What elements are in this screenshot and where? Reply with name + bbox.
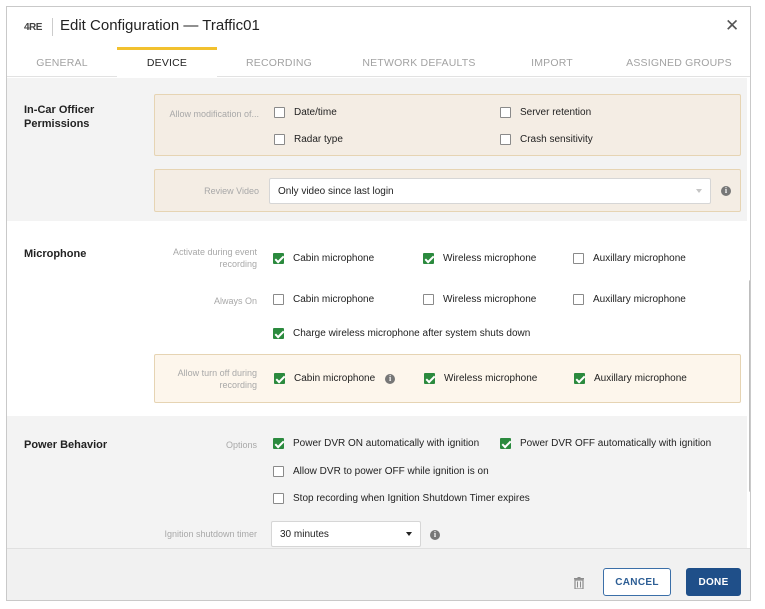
trash-icon[interactable] bbox=[574, 577, 584, 589]
turnoff-cabin-option[interactable]: Cabin microphone i bbox=[274, 373, 396, 384]
charge-wireless-label: Charge wireless microphone after system … bbox=[293, 328, 531, 339]
activate-cabin-checkbox[interactable] bbox=[273, 253, 284, 264]
review-video-select[interactable]: Only video since last login bbox=[269, 178, 711, 204]
always-wireless-checkbox[interactable] bbox=[423, 294, 434, 305]
allow-power-off-option[interactable]: Allow DVR to power OFF while ignition is… bbox=[273, 466, 489, 477]
allow-power-off-checkbox[interactable] bbox=[273, 466, 284, 477]
review-video-panel: Review Video Only video since last login… bbox=[154, 169, 741, 212]
dialog-title: Edit Configuration — Traffic01 bbox=[60, 17, 260, 34]
stop-recording-checkbox[interactable] bbox=[273, 493, 284, 504]
turnoff-wireless-label: Wireless microphone bbox=[444, 373, 538, 384]
allow-modification-label: Allow modification of... bbox=[169, 109, 259, 119]
turnoff-cabin-label: Cabin microphone bbox=[294, 373, 376, 384]
tab-bar: GENERAL DEVICE RECORDING NETWORK DEFAULT… bbox=[7, 47, 750, 77]
chevron-down-icon bbox=[696, 189, 702, 193]
server-retention-checkbox[interactable] bbox=[500, 107, 511, 118]
officer-permissions-section: In-Car Officer Permissions Allow modific… bbox=[7, 78, 747, 221]
always-wireless-label: Wireless microphone bbox=[443, 294, 537, 305]
chevron-down-icon bbox=[406, 532, 412, 536]
ignition-timer-value: 30 minutes bbox=[280, 528, 329, 540]
always-auxillary-checkbox[interactable] bbox=[573, 294, 584, 305]
activate-cabin-option[interactable]: Cabin microphone bbox=[273, 253, 374, 264]
always-wireless-option[interactable]: Wireless microphone bbox=[423, 294, 536, 305]
turnoff-auxillary-label: Auxillary microphone bbox=[594, 373, 687, 384]
power-behavior-title: Power Behavior bbox=[24, 439, 108, 451]
stop-recording-option[interactable]: Stop recording when Ignition Shutdown Ti… bbox=[273, 493, 530, 504]
activate-auxillary-label: Auxillary microphone bbox=[593, 253, 686, 264]
radar-type-label: Radar type bbox=[294, 134, 343, 145]
activate-wireless-checkbox[interactable] bbox=[423, 253, 434, 264]
radar-type-checkbox[interactable] bbox=[274, 134, 285, 145]
turnoff-auxillary-checkbox[interactable] bbox=[574, 373, 585, 384]
ignition-timer-select[interactable]: 30 minutes bbox=[271, 521, 421, 547]
info-icon[interactable]: i bbox=[430, 530, 440, 540]
tab-general[interactable]: GENERAL bbox=[7, 47, 117, 77]
modification-panel: Allow modification of... Date/time Serve… bbox=[154, 94, 741, 156]
turnoff-auxillary-option[interactable]: Auxillary microphone bbox=[574, 373, 687, 384]
microphone-title: Microphone bbox=[24, 248, 87, 260]
activate-auxillary-option[interactable]: Auxillary microphone bbox=[573, 253, 686, 264]
vertical-scrollbar[interactable] bbox=[749, 280, 750, 492]
activate-cabin-label: Cabin microphone bbox=[293, 253, 375, 264]
always-auxillary-option[interactable]: Auxillary microphone bbox=[573, 294, 686, 305]
always-cabin-checkbox[interactable] bbox=[273, 294, 284, 305]
power-behavior-section: Power Behavior Options Power DVR ON auto… bbox=[7, 416, 747, 548]
review-video-value: Only video since last login bbox=[278, 185, 394, 197]
activate-wireless-option[interactable]: Wireless microphone bbox=[423, 253, 536, 264]
tab-recording[interactable]: RECORDING bbox=[229, 47, 329, 77]
dialog-footer: CANCEL DONE bbox=[7, 548, 750, 600]
power-on-label: Power DVR ON automatically with ignition bbox=[293, 438, 480, 449]
turnoff-wireless-option[interactable]: Wireless microphone bbox=[424, 373, 537, 384]
info-icon[interactable]: i bbox=[385, 373, 396, 384]
power-on-option[interactable]: Power DVR ON automatically with ignition bbox=[273, 438, 479, 449]
settings-scroll-area: In-Car Officer Permissions Allow modific… bbox=[7, 78, 750, 548]
options-label: Options bbox=[225, 440, 257, 450]
tab-assigned-groups[interactable]: ASSIGNED GROUPS bbox=[623, 47, 735, 77]
date-time-label: Date/time bbox=[294, 107, 337, 118]
crash-sensitivity-option[interactable]: Crash sensitivity bbox=[500, 134, 593, 145]
edit-configuration-dialog: 4RE Edit Configuration — Traffic01 ✕ GEN… bbox=[6, 6, 751, 601]
turnoff-wireless-checkbox[interactable] bbox=[424, 373, 435, 384]
header-divider bbox=[52, 18, 53, 36]
microphone-section: Microphone Activate during event recordi… bbox=[7, 221, 747, 416]
allow-turn-off-label: Allow turn off during recording bbox=[177, 368, 257, 390]
activate-wireless-label: Wireless microphone bbox=[443, 253, 537, 264]
power-off-checkbox[interactable] bbox=[500, 438, 511, 449]
allow-power-off-label: Allow DVR to power OFF while ignition is… bbox=[293, 466, 489, 477]
charge-wireless-option[interactable]: Charge wireless microphone after system … bbox=[273, 328, 530, 339]
turnoff-cabin-checkbox[interactable] bbox=[274, 373, 285, 384]
stop-recording-label: Stop recording when Ignition Shutdown Ti… bbox=[293, 493, 530, 504]
done-button[interactable]: DONE bbox=[686, 568, 741, 596]
always-on-label: Always On bbox=[213, 296, 257, 306]
cancel-button[interactable]: CANCEL bbox=[603, 568, 671, 596]
always-cabin-option[interactable]: Cabin microphone bbox=[273, 294, 374, 305]
dialog-header: 4RE Edit Configuration — Traffic01 ✕ bbox=[7, 7, 750, 46]
charge-wireless-checkbox[interactable] bbox=[273, 328, 284, 339]
always-cabin-label: Cabin microphone bbox=[293, 294, 375, 305]
date-time-checkbox[interactable] bbox=[274, 107, 285, 118]
crash-sensitivity-checkbox[interactable] bbox=[500, 134, 511, 145]
tab-import[interactable]: IMPORT bbox=[512, 47, 592, 77]
power-on-checkbox[interactable] bbox=[273, 438, 284, 449]
brand-logo: 4RE bbox=[24, 22, 42, 33]
power-off-option[interactable]: Power DVR OFF automatically with ignitio… bbox=[500, 438, 711, 449]
review-video-label: Review Video bbox=[204, 186, 259, 196]
activate-auxillary-checkbox[interactable] bbox=[573, 253, 584, 264]
turn-off-panel: Allow turn off during recording Cabin mi… bbox=[154, 354, 741, 403]
radar-type-option[interactable]: Radar type bbox=[274, 134, 343, 145]
always-auxillary-label: Auxillary microphone bbox=[593, 294, 686, 305]
info-icon[interactable]: i bbox=[721, 186, 731, 196]
activate-during-event-label: Activate during event recording bbox=[172, 247, 257, 269]
close-icon[interactable]: ✕ bbox=[725, 17, 739, 35]
date-time-option[interactable]: Date/time bbox=[274, 107, 337, 118]
power-off-label: Power DVR OFF automatically with ignitio… bbox=[520, 438, 712, 449]
crash-sensitivity-label: Crash sensitivity bbox=[520, 134, 593, 145]
server-retention-label: Server retention bbox=[520, 107, 592, 118]
officer-permissions-title: In-Car Officer Permissions bbox=[24, 104, 95, 130]
ignition-timer-label: Ignition shutdown timer bbox=[164, 529, 257, 539]
tab-device[interactable]: DEVICE bbox=[117, 47, 217, 77]
server-retention-option[interactable]: Server retention bbox=[500, 107, 591, 118]
tab-network-defaults[interactable]: NETWORK DEFAULTS bbox=[354, 47, 484, 77]
